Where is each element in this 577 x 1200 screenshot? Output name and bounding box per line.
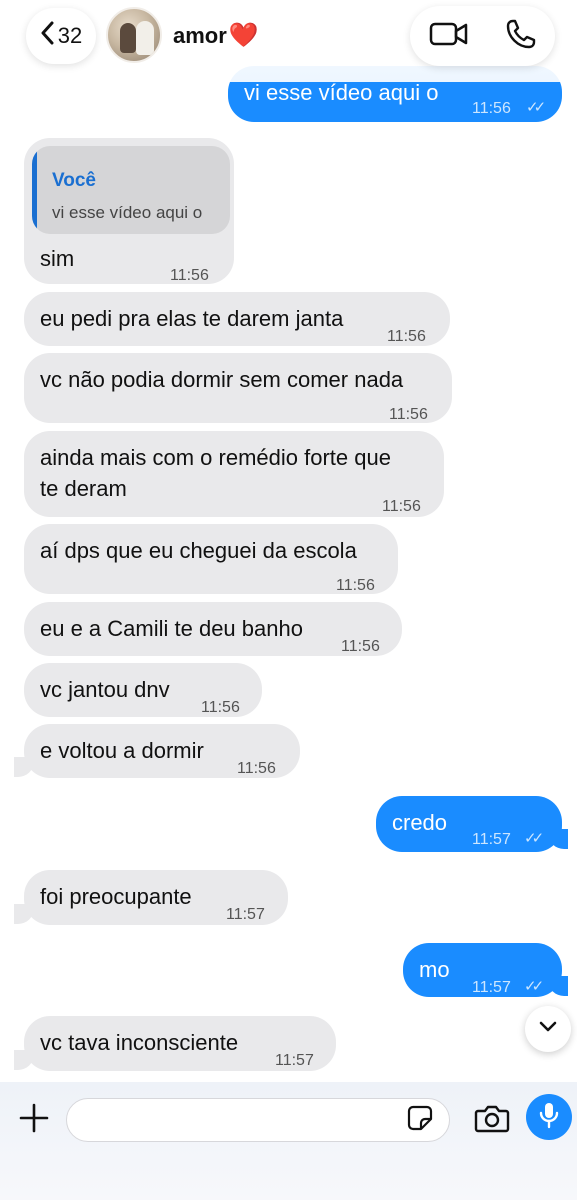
call-controls (410, 6, 555, 66)
message-text: e voltou a dormir (40, 738, 204, 763)
incoming-message[interactable]: vc jantou dnv 11:56 (24, 663, 262, 717)
reply-author: Você (52, 170, 97, 191)
incoming-message[interactable]: e voltou a dormir 11:56 (24, 724, 300, 778)
message-text: mo (419, 957, 450, 982)
message-text: credo (392, 810, 448, 835)
message-text: vc tava inconsciente (40, 1030, 239, 1055)
read-receipt-icon: ✓✓ (524, 978, 544, 995)
message-time: 11:56 (336, 577, 375, 594)
chevron-left-icon (40, 21, 54, 51)
message-time: 11:56 (387, 328, 426, 345)
phone-icon (505, 18, 537, 55)
read-receipt-icon: ✓✓ (526, 99, 546, 116)
message-time: 11:56 (472, 100, 511, 117)
reply-accent-bar (32, 146, 37, 234)
incoming-message[interactable]: ainda mais com o remédio forte que te de… (24, 431, 444, 517)
back-button[interactable]: 32 (26, 8, 96, 64)
unread-count: 32 (57, 23, 83, 48)
incoming-message[interactable]: eu e a Camili te deu banho 11:56 (24, 602, 402, 656)
outgoing-message[interactable]: mo 11:57 ✓✓ (403, 943, 562, 997)
contact-name-text: amor (173, 23, 227, 48)
chat-header: 32 amor ❤️ (0, 0, 577, 82)
message-text: vc não podia dormir sem comer nada (40, 367, 404, 392)
camera-icon (474, 1103, 510, 1138)
message-time: 11:57 (226, 906, 265, 923)
message-time: 11:57 (472, 979, 511, 996)
message-text: foi preocupante (40, 884, 192, 909)
message-text-line-2: te deram (40, 476, 127, 501)
incoming-message[interactable]: vc não podia dormir sem comer nada 11:56 (24, 353, 452, 423)
message-text: vi esse vídeo aqui o (244, 80, 439, 105)
video-call-button[interactable] (424, 16, 474, 56)
message-text: eu pedi pra elas te darem janta (40, 306, 344, 331)
sticker-icon (407, 1105, 433, 1136)
incoming-message[interactable]: foi preocupante 11:57 (24, 870, 288, 925)
incoming-message[interactable]: aí dps que eu cheguei da escola 11:56 (24, 524, 398, 594)
contact-name[interactable]: amor ❤️ (173, 23, 259, 49)
scroll-to-bottom-button[interactable] (525, 1006, 571, 1052)
sticker-button[interactable] (404, 1104, 436, 1136)
message-time: 11:56 (201, 699, 240, 716)
message-time: 11:56 (382, 498, 421, 515)
chevron-down-icon (539, 1020, 557, 1038)
reply-text: vi esse vídeo aqui o (52, 203, 203, 222)
message-text: vc jantou dnv (40, 677, 170, 702)
message-text-line-1: ainda mais com o remédio forte que (40, 445, 391, 470)
message-time: 11:56 (341, 638, 380, 655)
message-text: eu e a Camili te deu banho (40, 616, 303, 641)
message-time: 11:57 (275, 1052, 314, 1069)
camera-button[interactable] (470, 1100, 514, 1140)
heart-emoji: ❤️ (228, 22, 259, 49)
avatar[interactable] (106, 7, 162, 63)
microphone-icon (538, 1101, 560, 1134)
message-composer (0, 1082, 577, 1200)
message-text: sim (40, 246, 75, 271)
attach-button[interactable] (14, 1100, 54, 1140)
read-receipt-icon: ✓✓ (524, 830, 544, 847)
incoming-message[interactable]: vc tava inconsciente 11:57 (24, 1016, 336, 1071)
message-time: 11:56 (389, 406, 428, 423)
message-time: 11:56 (170, 267, 209, 284)
message-input[interactable] (66, 1098, 450, 1142)
plus-icon (19, 1103, 49, 1138)
incoming-message[interactable]: eu pedi pra elas te darem janta 11:56 (24, 292, 450, 346)
message-time: 11:56 (237, 760, 276, 777)
voice-call-button[interactable] (496, 16, 546, 56)
reply-quote[interactable]: Você vi esse vídeo aqui o (32, 146, 230, 234)
video-camera-icon (429, 21, 469, 52)
outgoing-message[interactable]: credo 11:57 ✓✓ (376, 796, 562, 852)
message-text: aí dps que eu cheguei da escola (40, 538, 357, 563)
incoming-message[interactable]: Você vi esse vídeo aqui o sim 11:56 (24, 138, 234, 284)
voice-message-button[interactable] (526, 1094, 572, 1140)
message-time: 11:57 (472, 831, 511, 848)
